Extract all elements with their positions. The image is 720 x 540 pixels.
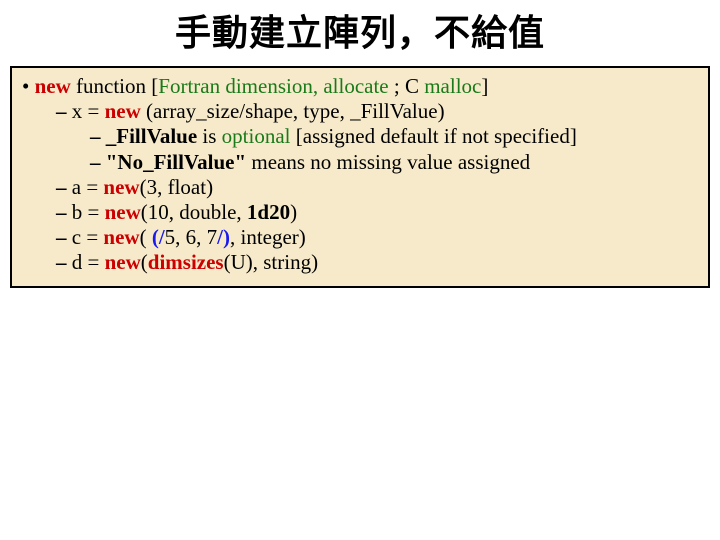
text: (U), string) xyxy=(224,250,318,274)
fillvalue-label: _FillValue xyxy=(106,124,197,148)
text: c = xyxy=(72,225,104,249)
kw-new: new xyxy=(105,99,141,123)
text: ) xyxy=(290,200,297,224)
line-d-new: d = new(dimsizes(U), string) xyxy=(56,250,698,275)
text: (array_size/shape, type, _FillValue) xyxy=(141,99,445,123)
kw-new: new xyxy=(35,74,71,98)
optional-label: optional xyxy=(222,124,291,148)
text: x = xyxy=(72,99,105,123)
line-fillvalue-optional: _FillValue is optional [assigned default… xyxy=(90,124,698,149)
no-fillvalue-label: "No_FillValue" xyxy=(106,150,246,174)
text: b = xyxy=(72,200,105,224)
literal-1d20: 1d20 xyxy=(247,200,290,224)
kw-new: new xyxy=(103,225,139,249)
array-open: (/ xyxy=(152,225,165,249)
slide-title: 手動建立陣列，不給值 xyxy=(10,4,710,56)
kw-new: new xyxy=(103,175,139,199)
slide: 手動建立陣列，不給值 new function [Fortran dimensi… xyxy=(0,0,720,540)
text: ] xyxy=(481,74,488,98)
text: , integer) xyxy=(230,225,306,249)
text: is xyxy=(197,124,222,148)
text: a = xyxy=(72,175,104,199)
text: (10, double, xyxy=(141,200,247,224)
text: ; C xyxy=(389,74,425,98)
text: 5, 6, 7 xyxy=(165,225,218,249)
text: ( xyxy=(141,250,148,274)
line-x-new: x = new (array_size/shape, type, _FillVa… xyxy=(56,99,698,124)
content-box: new function [Fortran dimension, allocat… xyxy=(10,66,710,288)
text: means no missing value assigned xyxy=(246,150,530,174)
text: [assigned default if not specified] xyxy=(291,124,577,148)
line-a-new: a = new(3, float) xyxy=(56,175,698,200)
kw-new: new xyxy=(105,250,141,274)
fn-dimsizes: dimsizes xyxy=(148,250,224,274)
line-b-new: b = new(10, double, 1d20) xyxy=(56,200,698,225)
text: ( xyxy=(140,225,152,249)
line-c-new: c = new( (/5, 6, 7/), integer) xyxy=(56,225,698,250)
text: d = xyxy=(72,250,105,274)
malloc-ref: malloc xyxy=(424,74,481,98)
kw-new: new xyxy=(105,200,141,224)
line-new-function: new function [Fortran dimension, allocat… xyxy=(22,74,698,99)
fortran-ref: Fortran dimension, allocate xyxy=(158,74,388,98)
array-close: /) xyxy=(217,225,230,249)
text: function [ xyxy=(71,74,158,98)
text: (3, float) xyxy=(140,175,213,199)
line-no-fillvalue: "No_FillValue" means no missing value as… xyxy=(90,150,698,175)
